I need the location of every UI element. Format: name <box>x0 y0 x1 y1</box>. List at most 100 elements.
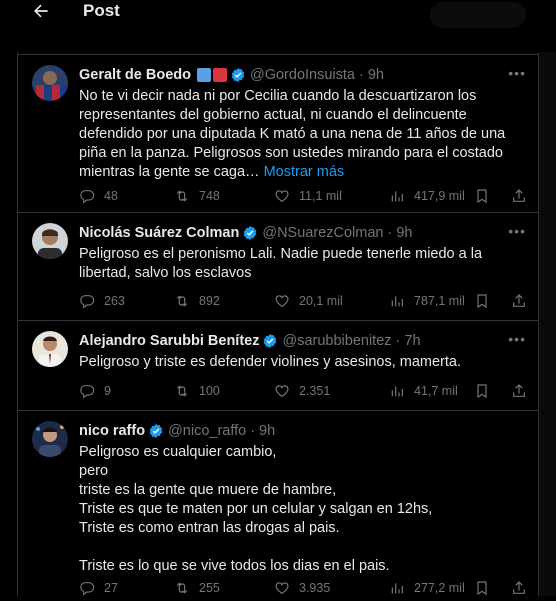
share-icon <box>513 189 525 202</box>
repost-icon <box>176 295 188 307</box>
share-button[interactable] <box>511 293 527 309</box>
bookmark-icon <box>477 581 487 596</box>
views-button[interactable]: 277,2 mil <box>389 580 465 596</box>
reply-icon <box>80 295 95 309</box>
verified-badge-icon <box>148 423 164 439</box>
author-name[interactable]: Alejandro Sarubbi Benítez <box>79 333 259 349</box>
show-more-link[interactable]: Mostrar más <box>264 164 345 180</box>
heart-icon <box>275 295 289 308</box>
views-icon <box>391 191 403 202</box>
views-count: 277,2 mil <box>414 581 465 595</box>
repost-button[interactable]: 748 <box>174 188 220 204</box>
back-button[interactable] <box>30 0 52 22</box>
author-name[interactable]: Nicolás Suárez Colman <box>79 225 239 241</box>
reply-icon <box>80 385 95 399</box>
timestamp[interactable]: 9h <box>368 67 384 83</box>
bookmark-icon <box>477 294 487 309</box>
like-count: 11,1 mil <box>299 189 342 203</box>
separator: · <box>359 67 364 83</box>
avatar[interactable] <box>32 421 68 457</box>
more-icon[interactable]: ••• <box>508 65 526 81</box>
reply-count: 48 <box>104 189 118 203</box>
like-count: 3.935 <box>299 581 331 595</box>
bookmark-button[interactable] <box>474 293 490 309</box>
bookmark-icon <box>477 384 487 399</box>
heart-icon <box>275 190 289 203</box>
author-handle[interactable]: @nico_raffo <box>168 423 246 439</box>
like-button[interactable]: 3.935 <box>274 580 330 596</box>
search-box[interactable] <box>430 2 526 28</box>
repost-button[interactable]: 100 <box>174 383 220 399</box>
repost-button[interactable]: 892 <box>174 293 220 309</box>
reply-tweet[interactable]: Geralt de Boedo @GordoInsuista · 9h ••• … <box>18 54 538 213</box>
bookmark-icon <box>477 189 487 204</box>
bookmark-button[interactable] <box>474 188 490 204</box>
more-icon[interactable]: ••• <box>508 223 526 239</box>
views-button[interactable]: 41,7 mil <box>389 383 458 399</box>
repost-icon <box>176 190 188 202</box>
verified-badge-icon <box>242 225 258 241</box>
flag-red-icon <box>213 68 227 82</box>
repost-count: 892 <box>199 294 220 308</box>
reply-button[interactable]: 9 <box>79 383 111 399</box>
views-count: 787,1 mil <box>414 294 465 308</box>
views-icon <box>391 583 403 594</box>
like-button[interactable]: 11,1 mil <box>274 188 342 204</box>
bookmark-button[interactable] <box>474 383 490 399</box>
repost-button[interactable]: 255 <box>174 580 220 596</box>
author-name[interactable]: nico raffo <box>79 423 145 439</box>
share-button[interactable] <box>511 188 527 204</box>
avatar[interactable] <box>32 331 68 367</box>
more-icon[interactable]: ••• <box>508 331 526 347</box>
reply-button[interactable]: 48 <box>79 188 118 204</box>
timestamp[interactable]: 7h <box>404 333 420 349</box>
reply-button[interactable]: 263 <box>79 293 125 309</box>
author-handle[interactable]: @GordoInsuista <box>250 67 355 83</box>
page-title: Post <box>83 1 120 20</box>
views-icon <box>391 386 403 397</box>
tweet-text: Peligroso es el peronismo Lali. Nadie pu… <box>79 246 483 281</box>
avatar[interactable] <box>32 65 68 101</box>
separator: · <box>395 333 401 349</box>
repost-count: 255 <box>199 581 220 595</box>
share-icon <box>513 384 525 397</box>
reply-tweet[interactable]: Alejandro Sarubbi Benítez @sarubbibenite… <box>18 321 538 411</box>
views-icon <box>391 296 403 307</box>
reply-count: 263 <box>104 294 125 308</box>
author-handle[interactable]: @sarubbibenitez <box>282 333 391 349</box>
author-name[interactable]: Geralt de Boedo <box>79 67 191 83</box>
tweet-text: Peligroso es cualquier cambio, pero tris… <box>79 444 433 574</box>
like-count: 2.351 <box>299 384 331 398</box>
avatar[interactable] <box>32 223 68 259</box>
like-button[interactable]: 2.351 <box>274 383 330 399</box>
views-button[interactable]: 417,9 mil <box>389 188 465 204</box>
heart-icon <box>275 385 289 398</box>
reply-icon <box>80 190 95 204</box>
author-handle[interactable]: @NSuarezColman <box>262 225 383 241</box>
share-button[interactable] <box>511 580 527 596</box>
tweet-text: No te vi decir nada ni por Cecilia cuand… <box>79 87 524 182</box>
like-button[interactable]: 20,1 mil <box>274 293 343 309</box>
heart-icon <box>275 582 289 595</box>
action-bar: 48 748 11,1 mil 417,9 mil <box>79 188 527 208</box>
action-bar: 263 892 20,1 mil 787,1 mil <box>79 293 527 313</box>
timestamp[interactable]: 9h <box>259 423 275 439</box>
reply-button[interactable]: 27 <box>79 580 118 596</box>
repost-icon <box>176 582 188 594</box>
views-button[interactable]: 787,1 mil <box>389 293 465 309</box>
reply-icon <box>80 582 95 596</box>
reply-count: 27 <box>104 581 118 595</box>
reply-tweet[interactable]: Nicolás Suárez Colman @NSuarezColman · 9… <box>18 213 538 321</box>
repost-count: 100 <box>199 384 220 398</box>
bookmark-button[interactable] <box>474 580 490 596</box>
views-count: 41,7 mil <box>414 384 458 398</box>
like-count: 20,1 mil <box>299 294 343 308</box>
share-button[interactable] <box>511 383 527 399</box>
views-count: 417,9 mil <box>414 189 465 203</box>
arrow-left-icon <box>34 4 48 18</box>
action-bar: 9 100 2.351 41,7 mil <box>79 383 527 403</box>
timestamp[interactable]: 9h <box>396 225 412 241</box>
reply-tweet[interactable]: nico raffo @nico_raffo · 9h Peligroso es… <box>18 411 538 601</box>
separator: · <box>387 225 393 241</box>
scrollbar[interactable] <box>539 0 556 596</box>
